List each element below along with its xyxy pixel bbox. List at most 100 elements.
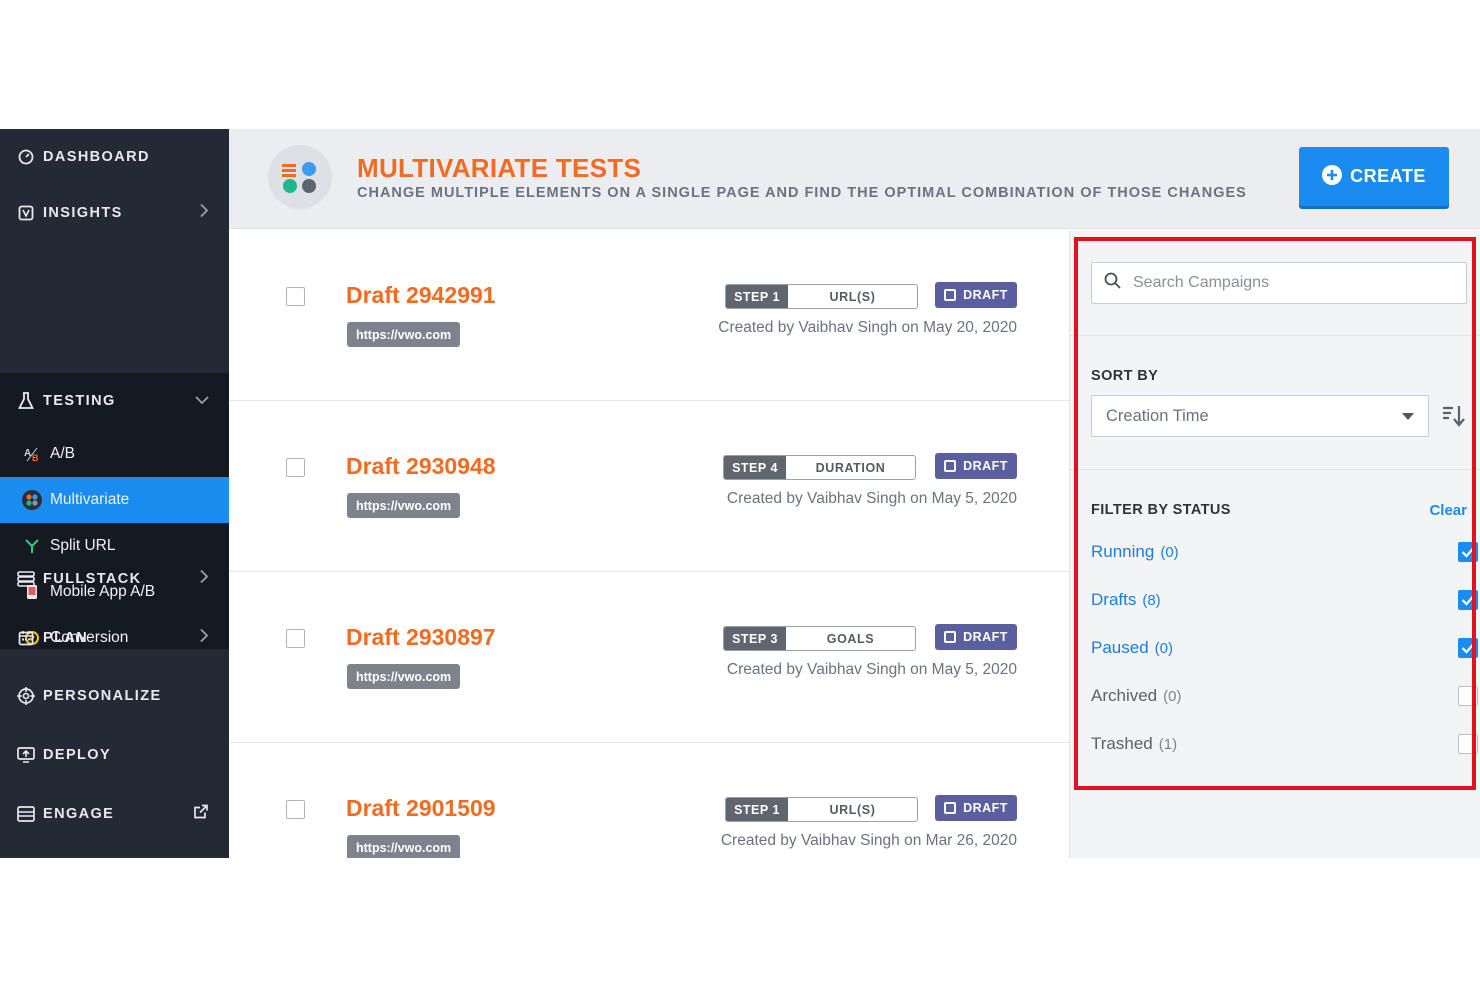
status-checkbox[interactable] (1458, 638, 1478, 658)
campaign-name[interactable]: Draft 2930897 (346, 624, 496, 651)
campaign-name[interactable]: Draft 2930948 (346, 453, 496, 480)
draft-icon (944, 631, 957, 643)
nav-plan[interactable]: PLAN (0, 610, 229, 666)
campaign-url[interactable]: https://vwo.com (347, 664, 461, 689)
page-title: MULTIVARIATE TESTS (357, 153, 642, 183)
step-name: DURATION (815, 460, 886, 475)
status-text: DRAFT (963, 630, 1008, 644)
row-checkbox[interactable] (286, 458, 305, 477)
campaign-url[interactable]: https://vwo.com (347, 835, 461, 858)
deploy-icon (16, 745, 36, 765)
campaign-name[interactable]: Draft 2942991 (346, 282, 496, 309)
testing-section: TESTING AB A/B Multivariate Split URL Mo… (0, 373, 229, 649)
status-filter-archived[interactable]: Archived (0) (1091, 681, 1478, 711)
nav-dashboard[interactable]: DASHBOARD (0, 129, 229, 185)
created-info: Created by Vaibhav Singh on May 5, 2020 (726, 490, 1017, 507)
row-checkbox[interactable] (286, 629, 305, 648)
nav-label: DEPLOY (43, 747, 112, 763)
plus-circle-icon (1322, 165, 1343, 188)
row-checkbox[interactable] (286, 287, 305, 306)
created-info: Created by Vaibhav Singh on Mar 26, 2020 (720, 832, 1017, 849)
status-badge: DRAFT (935, 624, 1017, 650)
status-checkbox[interactable] (1458, 734, 1478, 754)
sort-by-label: SORT BY (1091, 368, 1159, 384)
row-checkbox[interactable] (286, 800, 305, 819)
step-indicator[interactable]: STEP 1 URL(S) (725, 797, 918, 822)
status-filter-running[interactable]: Running (0) (1091, 537, 1478, 567)
status-label: Archived (1091, 686, 1158, 705)
chevron-right-icon (199, 628, 209, 648)
sort-order-icon[interactable] (1441, 402, 1469, 430)
nav-label: PERSONALIZE (43, 688, 162, 704)
step-name: URL(S) (829, 802, 876, 817)
table-row: Draft 2942991 https://vwo.com STEP 1 URL… (229, 230, 1069, 401)
campaign-list: Draft 2942991 https://vwo.com STEP 1 URL… (229, 230, 1069, 858)
svg-text:B: B (32, 453, 39, 462)
search-input[interactable] (1133, 274, 1466, 292)
created-info: Created by Vaibhav Singh on May 5, 2020 (726, 661, 1017, 678)
nav-testing[interactable]: TESTING (0, 373, 229, 429)
draft-icon (944, 460, 957, 472)
calendar-icon (16, 628, 36, 648)
multivariate-logo-icon (268, 145, 332, 209)
nav-label: PLAN (43, 630, 89, 646)
table-row: Draft 2930948 https://vwo.com STEP 4 DUR… (229, 401, 1069, 572)
step-indicator[interactable]: STEP 3 GOALS (723, 626, 916, 651)
filter-by-status-label: FILTER BY STATUS (1091, 502, 1231, 518)
status-filter-drafts[interactable]: Drafts (8) (1091, 585, 1478, 615)
caret-down-icon (1402, 413, 1414, 420)
step-number: STEP 1 (726, 285, 788, 308)
step-indicator[interactable]: STEP 4 DURATION (723, 455, 916, 480)
create-button-label: CREATE (1350, 166, 1426, 186)
step-number: STEP 4 (724, 456, 786, 479)
clear-link[interactable]: Clear (1429, 502, 1467, 519)
status-count: (0) (1154, 639, 1174, 657)
fullstack-icon (16, 569, 36, 589)
nav-fullstack[interactable]: FULLSTACK (0, 551, 229, 607)
sub-item-ab[interactable]: AB A/B (0, 431, 229, 477)
search-icon (1104, 272, 1121, 294)
nav-label: ENGAGE (43, 806, 115, 822)
step-indicator[interactable]: STEP 1 URL(S) (725, 284, 918, 309)
sub-item-label: Multivariate (50, 491, 130, 508)
step-number: STEP 1 (726, 798, 788, 821)
status-count: (0) (1163, 687, 1182, 705)
dashboard-icon (16, 147, 36, 167)
nav-label: DASHBOARD (43, 149, 150, 165)
draft-icon (944, 802, 957, 814)
nav-personalize[interactable]: PERSONALIZE (0, 668, 229, 724)
nav-deploy[interactable]: DEPLOY (0, 727, 229, 783)
sort-dropdown[interactable]: Creation Time (1091, 395, 1429, 437)
step-name: GOALS (826, 631, 875, 646)
status-count: (0) (1160, 543, 1179, 561)
nav-insights[interactable]: INSIGHTS (0, 185, 229, 241)
status-filter-paused[interactable]: Paused (0) (1091, 633, 1478, 663)
filter-panel: SORT BY Creation Time FILTER BY STATUS C… (1069, 230, 1480, 858)
create-button[interactable]: CREATE (1299, 147, 1449, 206)
status-checkbox[interactable] (1458, 590, 1478, 610)
nav-label: FULLSTACK (43, 571, 142, 587)
nav-engage[interactable]: ENGAGE (0, 786, 229, 842)
status-label: Paused (1091, 638, 1149, 657)
chevron-down-icon (195, 392, 209, 410)
sub-item-multivariate[interactable]: Multivariate (0, 477, 229, 523)
campaign-name[interactable]: Draft 2901509 (346, 795, 496, 822)
status-checkbox[interactable] (1458, 542, 1478, 562)
draft-icon (944, 289, 957, 301)
nav-label: TESTING (43, 393, 116, 409)
campaign-url[interactable]: https://vwo.com (347, 322, 461, 347)
status-filter-trashed[interactable]: Trashed (1) (1091, 729, 1478, 759)
page-header: MULTIVARIATE TESTS CHANGE MULTIPLE ELEME… (229, 129, 1480, 229)
status-checkbox[interactable] (1458, 686, 1478, 706)
flask-icon (16, 391, 36, 411)
campaign-url[interactable]: https://vwo.com (347, 493, 461, 518)
status-badge: DRAFT (935, 453, 1017, 479)
table-row: Draft 2930897 https://vwo.com STEP 3 GOA… (229, 572, 1069, 743)
insights-icon (16, 203, 36, 223)
table-row: Draft 2901509 https://vwo.com STEP 1 URL… (229, 743, 1069, 858)
multivariate-icon (22, 490, 42, 510)
sub-item-label: A/B (50, 445, 75, 462)
sidebar: DASHBOARD INSIGHTS TESTING A B A/B Multi… (0, 129, 229, 858)
status-label: Running (1091, 542, 1155, 561)
status-count: (8) (1142, 591, 1161, 609)
